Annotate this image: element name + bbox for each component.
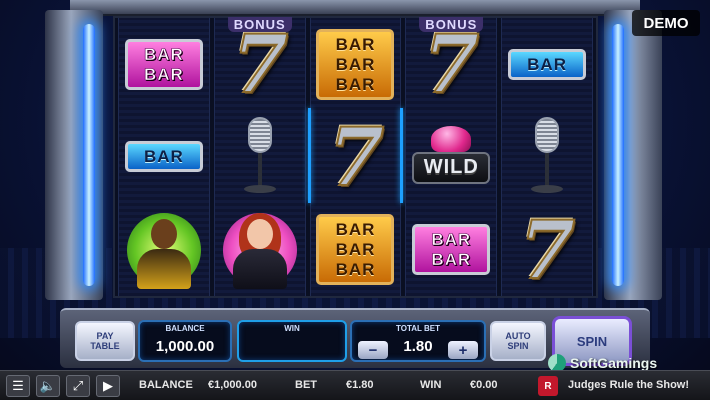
blue-bar-symbol: BAR [502, 21, 592, 107]
bar-plate: BAR [508, 48, 587, 80]
reel-1: BAR BAR BAR [118, 18, 210, 296]
bar-text: BAR [335, 74, 376, 94]
status-bet-value: €1.80 [346, 379, 374, 391]
sound-icon[interactable]: 🔈 [36, 375, 60, 397]
reel-5: BAR 7 [501, 18, 593, 298]
balance-value: 1,000.00 [155, 338, 215, 355]
bar-text: BAR [527, 54, 567, 74]
bar-text: BAR [335, 54, 376, 74]
bar-text: BAR [431, 250, 472, 270]
pay-table-button[interactable]: PAY TABLE [75, 321, 135, 361]
reel-2: 7 BONUS [213, 16, 306, 296]
man-judge-symbol [119, 207, 209, 293]
chrome-seven-symbol: 7 [311, 109, 401, 205]
bar-text: BAR [143, 64, 184, 85]
status-balance-value: €1,000.00 [208, 379, 257, 391]
bar-text: BAR [431, 230, 472, 250]
man-judge-icon [123, 209, 205, 291]
pink-bar-symbol: BAR BAR [119, 21, 209, 107]
bonus-tag: BONUS [227, 17, 292, 33]
increase-bet-button[interactable]: + [448, 341, 478, 359]
reel-4: 7 BONUS WILD BAR BAR [405, 16, 498, 296]
bonus-tag: BONUS [419, 17, 484, 33]
game-stage: BAR BAR BAR 7 BONUS BAR BAR BAR 7 BAR BAR BAR 7 BONUS… [0, 0, 710, 400]
chrome-seven-symbol: 7 [502, 202, 592, 298]
chrome-seven-symbol: 7 BONUS [215, 16, 305, 112]
woman-judge-symbol [215, 207, 305, 293]
microphone-icon [527, 116, 567, 197]
bar-plate: BAR BAR [412, 224, 491, 276]
chrome-seven-symbol: 7 BONUS [406, 16, 496, 112]
wild-buzzer-symbol: WILD [406, 114, 496, 200]
seven-icon: 7 [317, 109, 395, 205]
reel-grid: BAR BAR BAR 7 BONUS BAR BAR BAR 7 BAR BAR BAR 7 BONUS… [113, 16, 598, 298]
bar-plate: BAR [124, 141, 203, 173]
auto-spin-label-line2: SPIN [507, 341, 529, 351]
win-display: WIN [237, 320, 347, 362]
bar-text: BAR [143, 44, 184, 65]
status-win-value: €0.00 [470, 379, 498, 391]
video-icon[interactable]: ▶ [96, 375, 120, 397]
pay-table-label-line2: TABLE [90, 341, 120, 351]
game-title: Judges Rule the Show! [568, 379, 690, 391]
seven-icon: 7 [508, 202, 586, 298]
bar-text: BAR [335, 240, 376, 260]
status-balance-label: BALANCE [139, 379, 193, 391]
right-pillar [604, 10, 662, 300]
watermark-text: SoftGamings [570, 355, 658, 371]
gold-bar-symbol: BAR BAR BAR [311, 21, 401, 107]
bar-text: BAR [335, 260, 376, 280]
provider-logo-icon: R [538, 376, 558, 396]
left-pillar [45, 10, 103, 300]
woman-judge-icon [219, 209, 301, 291]
auto-spin-button[interactable]: AUTO SPIN [490, 321, 546, 361]
status-bar: ☰ 🔈 ⤢ ▶ BALANCE €1,000.00 BET €1.80 WIN … [0, 370, 710, 400]
win-label: WIN [284, 324, 300, 333]
decrease-bet-button[interactable]: − [358, 341, 388, 359]
menu-icon[interactable]: ☰ [6, 375, 30, 397]
seven-icon: 7 [221, 16, 299, 112]
left-neon-light [83, 24, 95, 286]
pay-table-label-line1: PAY [96, 331, 114, 341]
seven-icon: 7 [412, 16, 490, 112]
pink-bar-symbol: BAR BAR [406, 207, 496, 293]
reel-3: BAR BAR BAR 7 BAR BAR BAR [307, 18, 404, 296]
balance-label: BALANCE [165, 324, 205, 333]
microphone-symbol [502, 114, 592, 200]
microphone-symbol [215, 114, 305, 200]
gold-bar-symbol: BAR BAR BAR [311, 207, 401, 293]
balance-display: BALANCE 1,000.00 [138, 320, 232, 362]
bar-plate: BAR BAR BAR [316, 214, 395, 286]
bar-text: BAR [143, 147, 184, 167]
total-bet-value: 1.80 [403, 338, 433, 355]
top-bezel [70, 0, 640, 16]
status-win-label: WIN [420, 379, 442, 391]
bar-plate: BAR BAR BAR [316, 28, 395, 100]
bar-text: BAR [335, 34, 376, 54]
demo-badge: DEMO [632, 10, 700, 36]
bar-plate: BAR BAR [124, 38, 203, 90]
auto-spin-label-line1: AUTO [505, 331, 531, 341]
microphone-icon [240, 116, 280, 197]
total-bet-label: TOTAL BET [396, 324, 440, 333]
wild-label: WILD [423, 156, 479, 179]
fullscreen-icon[interactable]: ⤢ [66, 375, 90, 397]
status-bet-label: BET [295, 379, 317, 391]
bar-text: BAR [335, 220, 376, 240]
total-bet-display: TOTAL BET − 1.80 + [350, 320, 486, 362]
buzzer-icon: WILD [412, 125, 491, 188]
right-neon-light [612, 24, 624, 286]
blue-bar-symbol: BAR [119, 114, 209, 200]
